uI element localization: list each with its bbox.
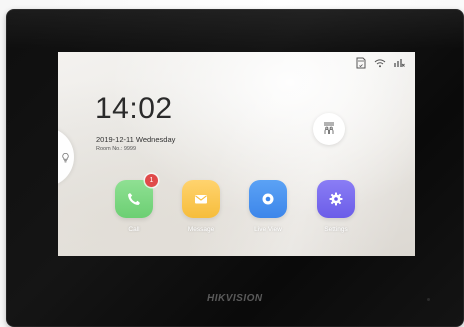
elevator-button[interactable] — [313, 113, 345, 145]
status-bar — [355, 57, 405, 69]
phone-icon — [128, 193, 140, 205]
app-label: Settings — [324, 226, 348, 233]
clock-time: 14:02 — [95, 92, 173, 125]
message-tile[interactable] — [182, 180, 220, 218]
app-live-view[interactable]: Live View — [246, 180, 290, 233]
touch-screen: 14:02 2019-12-11 Wednesday Room No.: 999… — [58, 52, 415, 256]
elevator-icon — [324, 122, 334, 134]
app-label: Call — [128, 226, 140, 233]
room-number: Room No.: 9999 — [96, 146, 137, 152]
app-call[interactable]: 1 Call — [112, 174, 158, 233]
lightbulb-icon — [62, 152, 69, 162]
app-label: Live View — [254, 226, 282, 233]
brand-logo: HIKVISION — [207, 293, 263, 304]
sd-card-icon — [355, 57, 367, 69]
settings-tile[interactable] — [317, 180, 355, 218]
product-photo: 14:02 2019-12-11 Wednesday Room No.: 999… — [0, 0, 464, 327]
signal-icon — [393, 57, 405, 69]
gear-icon — [329, 192, 343, 206]
camera-icon — [262, 193, 274, 205]
wifi-icon — [374, 57, 386, 69]
side-panel-handle[interactable] — [58, 127, 74, 187]
app-message[interactable]: Message — [179, 180, 223, 233]
app-settings[interactable]: Settings — [314, 180, 358, 233]
app-label: Message — [187, 226, 215, 233]
unread-badge: 1 — [145, 174, 158, 187]
live-view-tile[interactable] — [249, 180, 287, 218]
light-sensor — [427, 298, 430, 301]
date-weekday: 2019-12-11 Wednesday — [96, 135, 176, 144]
envelope-icon — [195, 195, 207, 204]
call-tile[interactable]: 1 — [115, 174, 158, 218]
